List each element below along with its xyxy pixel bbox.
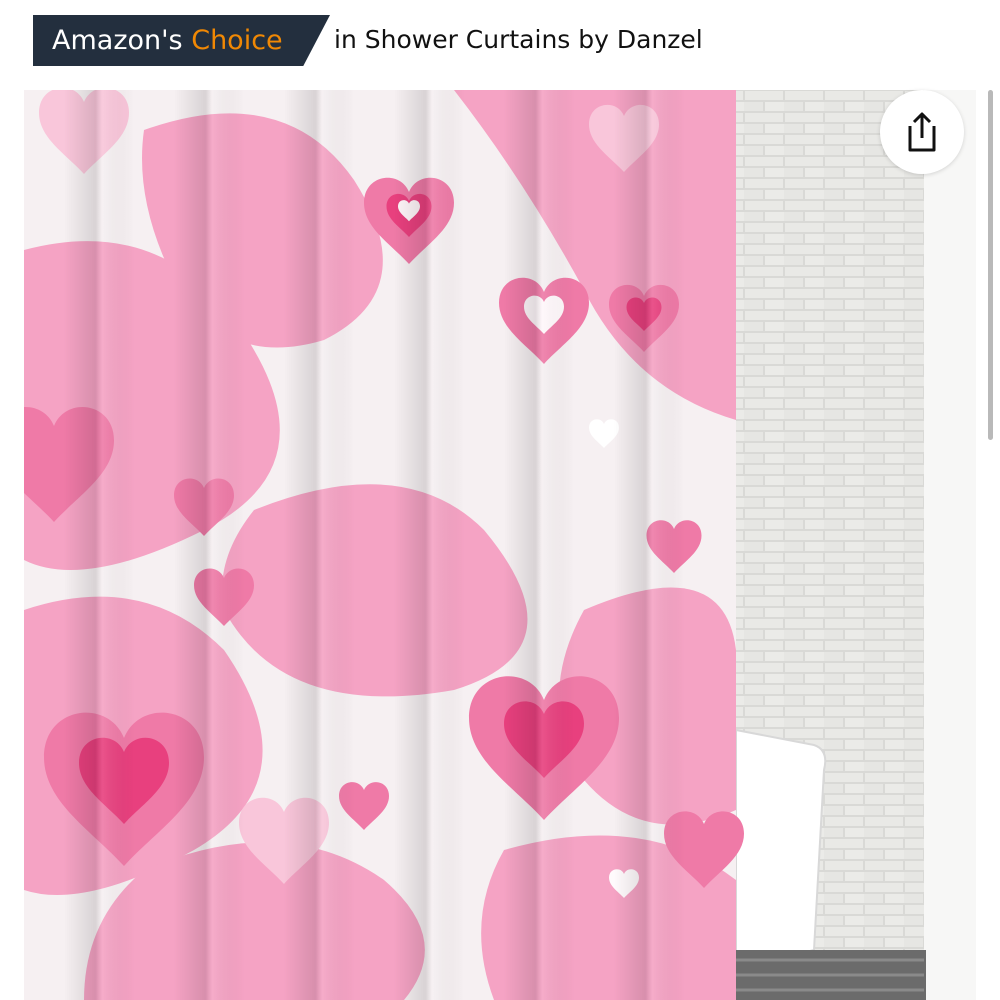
product-image[interactable] — [24, 90, 976, 1000]
badge-text: Amazon's Choice — [52, 15, 283, 66]
badge-context-text[interactable]: in Shower Curtains by Danzel — [334, 24, 703, 56]
badge-prefix: Amazon's — [52, 25, 183, 56]
amazons-choice-badge[interactable]: Amazon's Choice — [33, 15, 330, 66]
badge-highlight: Choice — [191, 25, 283, 56]
share-icon — [908, 112, 936, 152]
amazons-choice-row: Amazon's Choice in Shower Curtains by Da… — [0, 0, 1000, 88]
share-button[interactable] — [880, 90, 964, 174]
shower-curtain-image — [24, 90, 976, 1000]
scrollbar-thumb[interactable] — [988, 90, 993, 440]
